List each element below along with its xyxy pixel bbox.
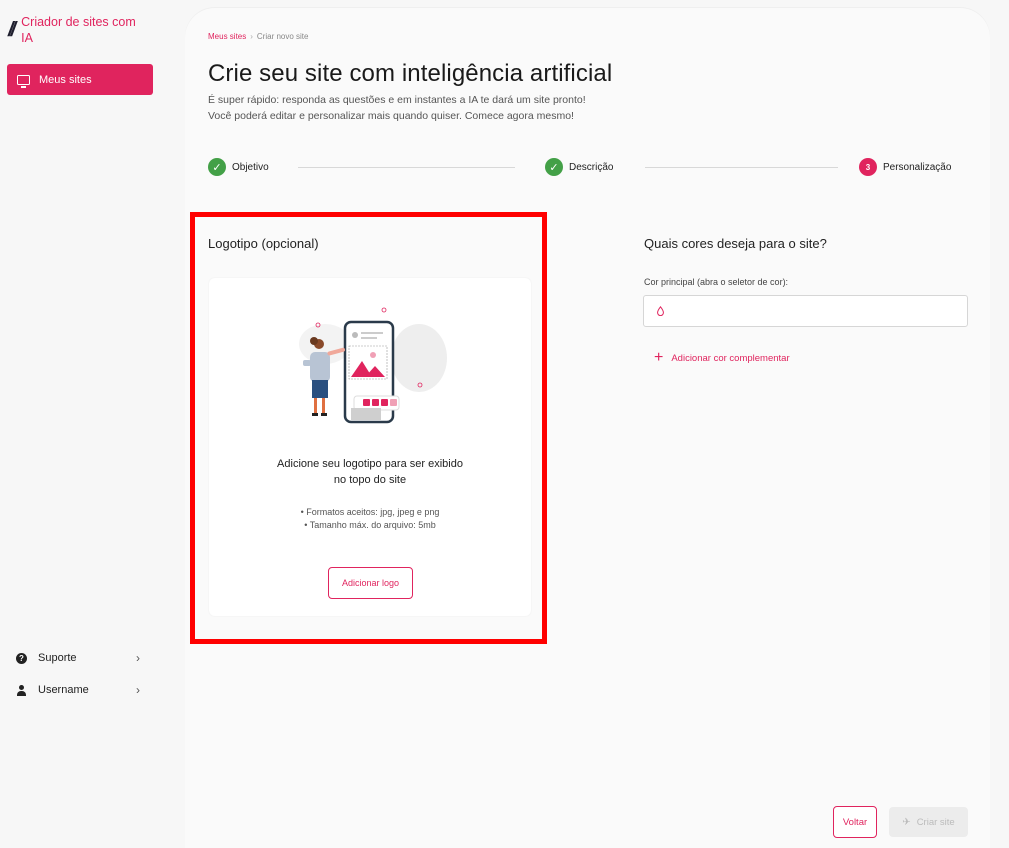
step-label: Descrição	[569, 161, 614, 173]
check-icon: ✓	[208, 158, 226, 176]
primary-color-label: Cor principal (abra o seletor de cor):	[644, 277, 789, 287]
highlight-box	[190, 212, 547, 644]
step-personalizacao: 3 Personalização	[859, 158, 951, 176]
add-color-label: Adicionar cor complementar	[671, 352, 790, 364]
color-drop-icon	[657, 306, 664, 316]
step-connector	[298, 167, 515, 168]
monitor-icon	[17, 74, 30, 88]
breadcrumb-current: Criar novo site	[256, 32, 309, 41]
sidebar-item-meus-sites[interactable]: Meus sites	[7, 64, 153, 95]
step-label: Personalização	[883, 161, 952, 173]
brand[interactable]: // Criador de sites com IA	[8, 14, 139, 46]
chevron-right-icon: ›	[136, 683, 140, 697]
create-site-label: Criar site	[916, 816, 955, 828]
sidebar-item-username[interactable]: Username ›	[16, 682, 146, 698]
brand-name: Criador de sites com IA	[21, 15, 136, 45]
rocket-icon: ✈	[902, 816, 911, 828]
sidebar-item-label: Meus sites	[39, 73, 92, 86]
breadcrumb-link-meus-sites[interactable]: Meus sites	[208, 32, 246, 41]
sidebar-item-label: Username	[38, 684, 89, 696]
subtitle-line: É super rápido: responda as questões e e…	[208, 94, 586, 106]
step-descricao: ✓ Descrição	[545, 158, 613, 176]
step-number-badge: 3	[859, 158, 877, 176]
user-icon	[16, 684, 27, 696]
primary-color-input[interactable]	[643, 295, 968, 327]
step-label: Objetivo	[232, 161, 269, 173]
brand-logo-icon: //	[8, 19, 16, 41]
add-complementary-color-button[interactable]: + Adicionar cor complementar	[654, 349, 790, 366]
page-title: Crie seu site com inteligência artificia…	[208, 60, 613, 87]
page-subtitle: É super rápido: responda as questões e e…	[208, 92, 586, 124]
check-icon: ✓	[545, 158, 563, 176]
breadcrumb-separator: ›	[250, 32, 253, 41]
sidebar: // Criador de sites com IA Meus sites ? …	[0, 0, 160, 848]
step-objetivo: ✓ Objetivo	[208, 158, 269, 176]
breadcrumb: Meus sites › Criar novo site	[208, 32, 308, 41]
sidebar-item-label: Suporte	[38, 652, 77, 664]
sidebar-item-suporte[interactable]: ? Suporte ›	[16, 650, 146, 666]
colors-section-title: Quais cores deseja para o site?	[644, 236, 827, 251]
plus-icon: +	[654, 349, 664, 366]
back-button[interactable]: Voltar	[833, 806, 877, 838]
create-site-button[interactable]: ✈ Criar site	[889, 807, 968, 837]
chevron-right-icon: ›	[136, 651, 140, 665]
help-icon: ?	[16, 652, 27, 664]
subtitle-line: Você poderá editar e personalizar mais q…	[208, 110, 574, 122]
step-connector	[645, 167, 838, 168]
